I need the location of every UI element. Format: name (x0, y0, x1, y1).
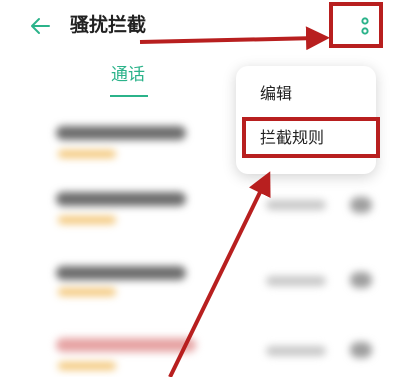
highlight-box-more (329, 2, 383, 48)
tab-indicator (110, 95, 148, 97)
back-button[interactable] (26, 12, 54, 40)
page-title: 骚扰拦截 (70, 14, 147, 36)
tab-calls[interactable]: 通话 (106, 63, 150, 87)
highlight-box-block-rules (242, 117, 380, 158)
list-item[interactable] (0, 178, 400, 238)
menu-item-edit[interactable]: 编辑 (236, 72, 376, 116)
list-item[interactable] (0, 316, 400, 376)
arrow-left-icon (31, 18, 50, 34)
list-item[interactable] (0, 244, 400, 304)
